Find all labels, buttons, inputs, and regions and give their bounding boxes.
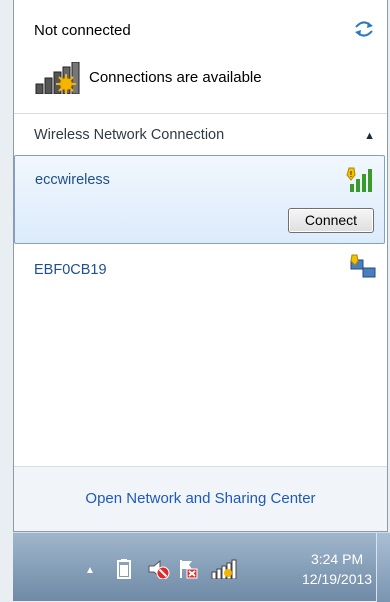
- footer: Open Network and Sharing Center: [14, 466, 387, 531]
- connect-button[interactable]: Connect: [288, 208, 374, 233]
- clock-date: 12/19/2013: [302, 571, 373, 587]
- network-tray-icon[interactable]: [211, 559, 237, 579]
- network-available-icon: [35, 62, 80, 94]
- refresh-icon[interactable]: [353, 20, 375, 38]
- show-desktop-button[interactable]: [376, 533, 390, 602]
- battery-icon[interactable]: [117, 559, 131, 579]
- section-header[interactable]: Wireless Network Connection ▲: [14, 118, 387, 148]
- network-name: EBF0CB19: [34, 262, 107, 278]
- clock[interactable]: 3:24 PM 12/19/2013: [302, 549, 372, 589]
- network-item[interactable]: EBF0CB19: [14, 252, 387, 284]
- chevron-up-icon[interactable]: ▲: [364, 130, 375, 142]
- clock-time: 3:24 PM: [310, 551, 364, 567]
- action-center-icon[interactable]: [178, 559, 200, 579]
- network-name: eccwireless: [35, 172, 110, 188]
- taskbar: ▲ 3:24 PM 12/19/2013: [13, 532, 390, 602]
- adhoc-network-secured-icon: [350, 254, 376, 278]
- section-title: Wireless Network Connection: [34, 127, 225, 143]
- svg-text:!: !: [349, 170, 352, 179]
- show-hidden-icons-icon[interactable]: ▲: [85, 565, 95, 576]
- network-item-selected[interactable]: eccwireless ! Connect: [14, 155, 385, 244]
- divider: [14, 113, 387, 114]
- network-flyout: Not connected Connections are available …: [13, 0, 388, 532]
- availability-text: Connections are available: [89, 69, 262, 86]
- open-network-sharing-center-link[interactable]: Open Network and Sharing Center: [14, 490, 387, 507]
- connection-status: Not connected: [34, 22, 131, 39]
- wifi-signal-secured-icon: !: [346, 167, 372, 192]
- volume-muted-icon[interactable]: [148, 559, 170, 579]
